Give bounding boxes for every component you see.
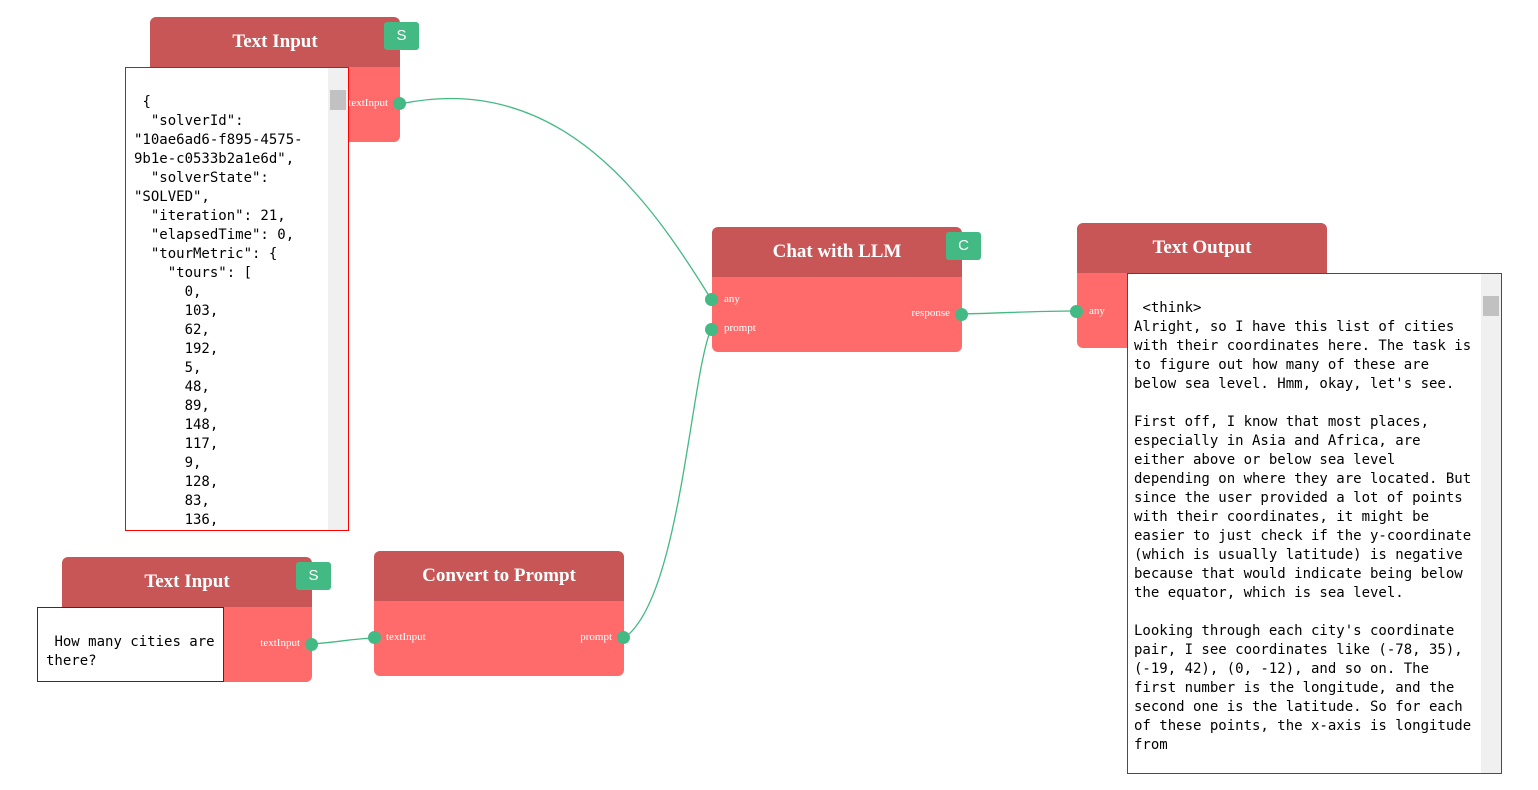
c-badge[interactable]: C — [946, 232, 981, 260]
output-label: textInput — [348, 97, 388, 109]
textarea-content: <think> Alright, so I have this list of … — [1134, 300, 1472, 753]
edge-response-to-output — [960, 310, 1077, 315]
input-port[interactable] — [368, 631, 381, 644]
output-port[interactable] — [305, 638, 318, 651]
input-label: any — [1089, 305, 1105, 317]
input-port-prompt[interactable] — [705, 323, 718, 336]
edge-textinput2-to-convert — [311, 637, 374, 645]
output-label: prompt — [580, 631, 612, 643]
edge-textinput-to-chat-any — [399, 97, 712, 300]
textarea-content: How many cities are there? — [46, 634, 224, 669]
textarea-content: { "solverId": "10ae6ad6-f895-4575-9b1e-c… — [134, 94, 303, 528]
text-input-textarea-2[interactable]: How many cities are there? — [37, 607, 224, 682]
input-label: textInput — [386, 631, 426, 643]
text-input-textarea-1[interactable]: { "solverId": "10ae6ad6-f895-4575-9b1e-c… — [125, 67, 349, 531]
scrollbar[interactable] — [328, 68, 348, 530]
text-output-textarea[interactable]: <think> Alright, so I have this list of … — [1127, 273, 1502, 774]
edge-convert-to-chat-prompt — [623, 328, 712, 639]
input-port[interactable] — [1070, 305, 1083, 318]
s-badge[interactable]: S — [296, 562, 331, 590]
input-label-any: any — [724, 293, 740, 305]
output-port[interactable] — [955, 308, 968, 321]
node-title: Chat with LLM — [712, 227, 962, 277]
chat-with-llm-node[interactable]: Chat with LLM C any prompt response — [705, 227, 981, 352]
output-label: response — [911, 307, 951, 319]
node-title: Text Output — [1077, 223, 1327, 273]
node-title: Text Input — [62, 557, 312, 607]
output-port[interactable] — [617, 631, 630, 644]
output-port[interactable] — [393, 97, 406, 110]
convert-to-prompt-node[interactable]: Convert to Prompt textInput prompt — [368, 551, 630, 676]
scrollbar[interactable] — [1481, 274, 1501, 773]
node-title: Text Input — [150, 17, 400, 67]
input-port-any[interactable] — [705, 293, 718, 306]
s-badge[interactable]: S — [384, 22, 419, 50]
node-title: Convert to Prompt — [374, 551, 624, 601]
output-label: textInput — [260, 637, 300, 649]
input-label-prompt: prompt — [724, 322, 756, 334]
